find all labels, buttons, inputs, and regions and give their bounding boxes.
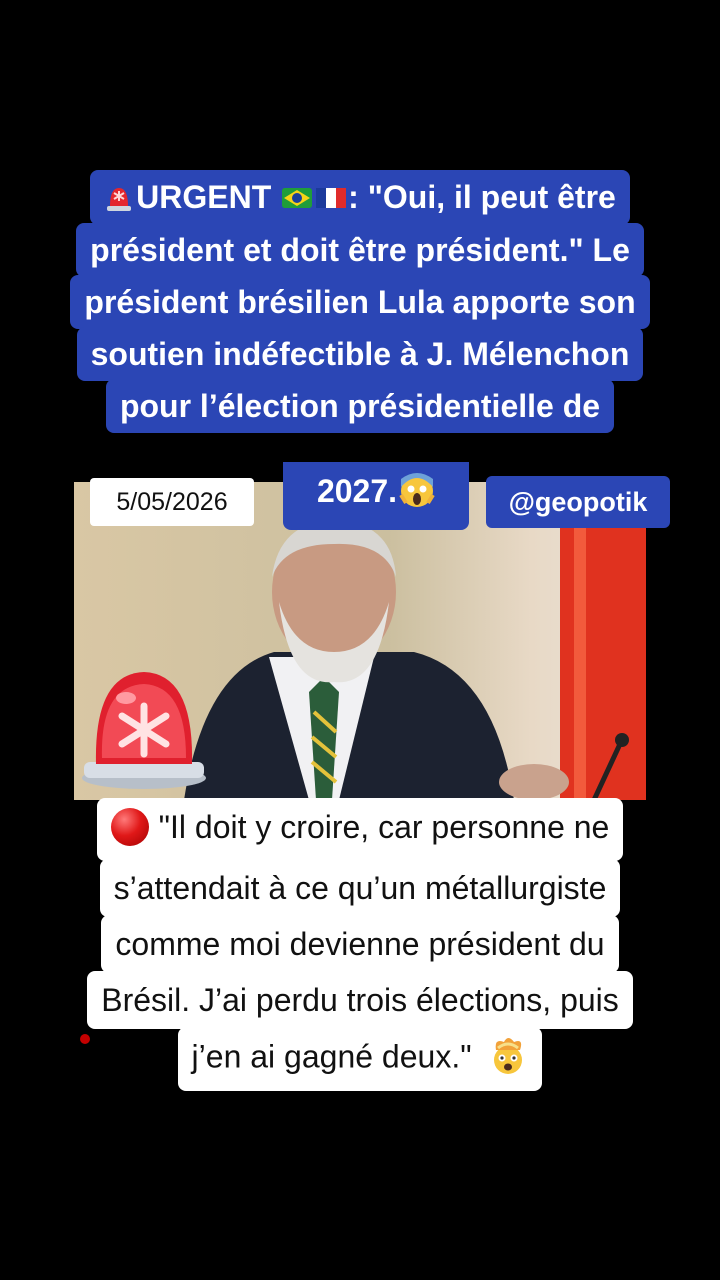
handle-tag: @geopotik <box>486 476 670 528</box>
caption-line-1-quote: : "Oui, il peut être <box>348 179 616 215</box>
year-text: 2027. <box>316 473 398 509</box>
caption-line-2: président et doit être président." Le <box>76 222 644 277</box>
bottom-caption: "Il doit y croire, car personne ne s’att… <box>0 798 720 1091</box>
brazil-flag-icon <box>282 187 313 208</box>
caption-line-6: 2027. <box>283 462 469 530</box>
caption-line-1: URGENT : "Oui, il peut être <box>90 170 630 225</box>
caption-line-3: président brésilien Lula apporte son <box>70 274 650 329</box>
quote-line-5-text: j’en ai gagné deux." <box>191 1038 472 1074</box>
caption-line-4: soutien indéfectible à J. Mélenchon <box>76 326 644 381</box>
rotating-light-icon <box>82 672 206 789</box>
decorative-dot <box>80 1034 90 1044</box>
quote-line-2: s’attendait à ce qu’un métallurgiste <box>99 858 621 917</box>
france-flag-icon <box>316 187 347 208</box>
quote-line-1: "Il doit y croire, car personne ne <box>96 798 624 861</box>
quote-line-1-text: "Il doit y croire, car personne ne <box>158 809 610 845</box>
quote-line-3: comme moi devienne président du <box>101 914 619 973</box>
top-caption: URGENT : "Oui, il peut être président et… <box>0 170 720 433</box>
caption-line-5: pour l’élection présidentielle de <box>105 378 615 433</box>
urgent-label: URGENT <box>136 179 272 215</box>
date-tag: 5/05/2026 <box>90 478 254 526</box>
red-circle-icon <box>110 807 149 846</box>
screaming-face-icon <box>399 472 435 507</box>
exploding-head-icon <box>494 1037 523 1074</box>
quote-line-4: Brésil. J’ai perdu trois élections, puis <box>87 970 633 1029</box>
quote-line-5: j’en ai gagné deux." <box>177 1026 543 1091</box>
rotating-light-icon <box>107 187 132 211</box>
